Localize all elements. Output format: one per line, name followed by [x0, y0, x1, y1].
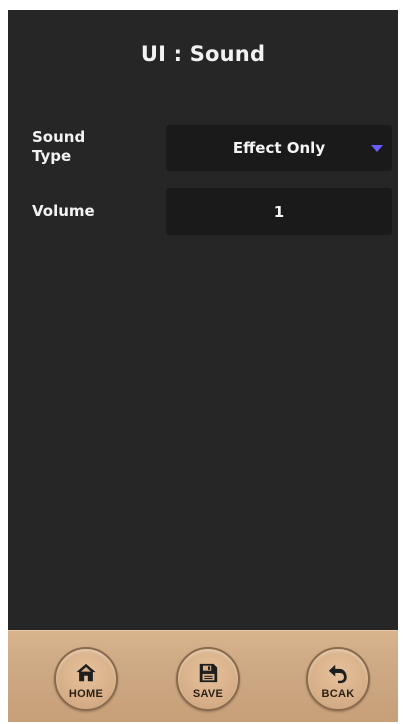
back-button-label: BCAK: [321, 688, 355, 700]
dropdown-arrow-icon: [371, 145, 383, 152]
save-button-label: SAVE: [192, 688, 224, 700]
page-title: UI : Sound: [140, 42, 266, 66]
floppy-disk-icon: [199, 663, 218, 683]
sound-settings-screen: UI : Sound Sound Type Effect Only Volume…: [8, 10, 398, 722]
sound-type-label: Sound Type: [32, 128, 86, 165]
sound-type-value: Effect Only: [232, 139, 326, 157]
home-button-label: HOME: [68, 688, 104, 700]
back-button[interactable]: BCAK: [306, 647, 370, 711]
undo-arrow-icon: [328, 664, 347, 684]
bottom-navigation-bar: HOME SAVE BCAK: [8, 630, 398, 722]
save-button[interactable]: SAVE: [176, 647, 240, 711]
volume-field[interactable]: 1: [166, 188, 392, 235]
volume-label: Volume: [32, 202, 95, 220]
home-button[interactable]: HOME: [54, 647, 118, 711]
volume-value: 1: [273, 202, 285, 221]
house-icon: [76, 663, 96, 682]
sound-type-dropdown[interactable]: Effect Only: [166, 125, 392, 171]
